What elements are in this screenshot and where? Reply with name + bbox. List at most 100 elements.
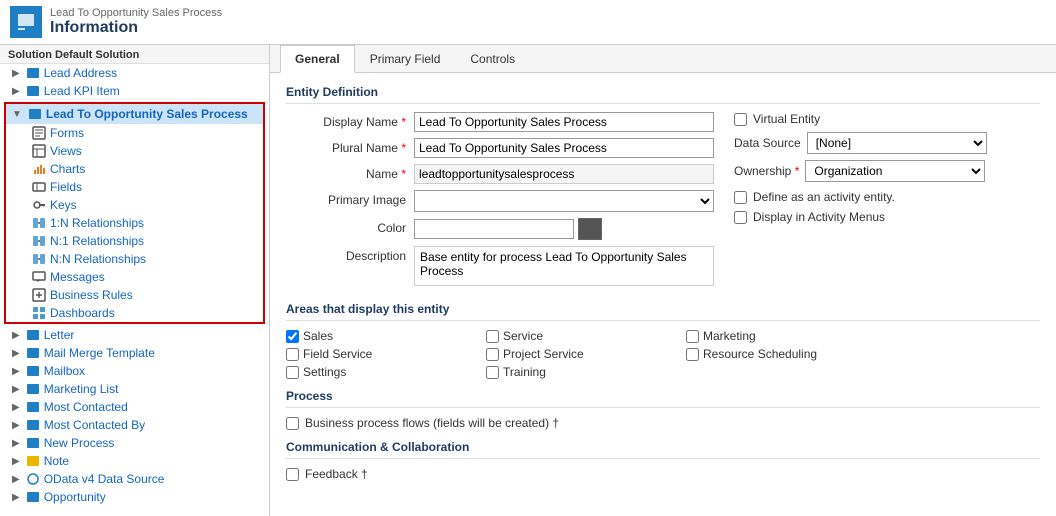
color-label: Color [286,218,406,235]
area-settings: Settings [286,365,486,379]
sidebar-item-most-contacted[interactable]: ▶ Most Contacted [0,398,269,416]
group-header-lead-opportunity[interactable]: ▼ Lead To Opportunity Sales Process [6,104,263,124]
sidebar-item-keys[interactable]: Keys [14,196,263,214]
area-field-service-label: Field Service [303,347,372,361]
define-activity-checkbox[interactable] [734,191,747,204]
sidebar-item-charts[interactable]: Charts [14,160,263,178]
tabs-bar: General Primary Field Controls [270,45,1056,73]
description-row: Description Base entity for process Lead… [286,246,714,286]
tab-general[interactable]: General [280,45,355,73]
process-section: Process Business process flows (fields w… [286,389,1040,430]
area-service-label: Service [503,329,543,343]
feedback-checkbox[interactable] [286,468,299,481]
business-process-checkbox[interactable] [286,417,299,430]
area-service-checkbox[interactable] [486,330,499,343]
business-process-label: Business process flows (fields will be c… [305,416,559,430]
color-row: Color [286,218,714,240]
description-textarea[interactable]: Base entity for process Lead To Opportun… [414,246,714,286]
area-sales-checkbox[interactable] [286,330,299,343]
area-field-service: Field Service [286,347,486,361]
expand-note: ▶ [12,456,20,467]
tab-primary-field[interactable]: Primary Field [355,45,456,73]
sidebar-item-lead-kpi[interactable]: ▶ Lead KPI Item [0,82,269,100]
color-input[interactable] [414,219,574,239]
sidebar-item-mail-merge[interactable]: ▶ Mail Merge Template [0,344,269,362]
area-sales-label: Sales [303,329,333,343]
sidebar-item-mailbox[interactable]: ▶ Mailbox [0,362,269,380]
expand-odata: ▶ [12,474,20,485]
virtual-entity-row: Virtual Entity [734,112,1040,126]
content-area: General Primary Field Controls Entity De… [270,45,1056,516]
area-field-service-checkbox[interactable] [286,348,299,361]
area-settings-checkbox[interactable] [286,366,299,379]
ownership-select[interactable]: Organization [805,160,985,182]
area-marketing-checkbox[interactable] [686,330,699,343]
areas-grid: Sales Service Marketing Field Service [286,329,1040,379]
most-contacted-by-icon [26,418,40,432]
most-contacted-icon [26,400,40,414]
name-input[interactable] [414,164,714,184]
sidebar-item-opportunity[interactable]: ▶ Opportunity [0,488,269,506]
sidebar-item-marketing-list[interactable]: ▶ Marketing List [0,380,269,398]
area-training-checkbox[interactable] [486,366,499,379]
area-project-service: Project Service [486,347,686,361]
business-process-item: Business process flows (fields will be c… [286,416,1040,430]
dashboards-icon [32,306,46,320]
marketing-list-icon [26,382,40,396]
sidebar-item-note[interactable]: ▶ Note [0,452,269,470]
color-swatch[interactable] [578,218,602,240]
sidebar-item-n1[interactable]: N:1 Relationships [14,232,263,250]
sidebar-section-label: Solution Default Solution [0,45,269,64]
messages-label: Messages [50,270,105,284]
marketing-list-label: Marketing List [44,382,119,396]
define-activity-label: Define as an activity entity. [753,190,895,204]
virtual-entity-checkbox[interactable] [734,113,747,126]
odata-label: OData v4 Data Source [44,472,165,486]
expand-most-contacted: ▶ [12,402,20,413]
sidebar-item-forms[interactable]: Forms [14,124,263,142]
n1-label: N:1 Relationships [50,234,144,248]
sidebar-item-business-rules[interactable]: Business Rules [14,286,263,304]
group-header-label: Lead To Opportunity Sales Process [46,107,248,121]
sidebar-item-1n[interactable]: 1:N Relationships [14,214,263,232]
plural-name-input[interactable] [414,138,714,158]
tab-controls[interactable]: Controls [455,45,530,73]
sidebar-item-nn[interactable]: N:N Relationships [14,250,263,268]
sidebar-item-odata[interactable]: ▶ OData v4 Data Source [0,470,269,488]
display-name-value [414,112,714,132]
n1-icon [32,234,46,248]
sidebar-item-most-contacted-by[interactable]: ▶ Most Contacted By [0,416,269,434]
header-svg-icon [16,12,36,32]
sidebar-item-fields[interactable]: Fields [14,178,263,196]
feedback-label: Feedback † [305,467,368,481]
forms-label: Forms [50,126,84,140]
feedback-item: Feedback † [286,467,1040,481]
form-content: Entity Definition Display Name * [270,73,1056,493]
sidebar-item-views[interactable]: Views [14,142,263,160]
define-activity-row: Define as an activity entity. [734,190,1040,204]
display-name-input[interactable] [414,112,714,132]
sidebar-item-dashboards[interactable]: Dashboards [14,304,263,322]
display-activity-label: Display in Activity Menus [753,210,885,224]
sidebar-item-letter[interactable]: ▶ Letter [0,326,269,344]
form-two-col: Display Name * Plural Name * [286,112,1040,292]
sidebar-item-lead-kpi-label: Lead KPI Item [44,84,120,98]
area-project-service-checkbox[interactable] [486,348,499,361]
primary-image-label: Primary Image [286,190,406,207]
expand-marketing: ▶ [12,384,20,395]
data-source-select[interactable]: [None] [807,132,987,154]
nn-label: N:N Relationships [50,252,146,266]
sidebar-item-lead-address[interactable]: ▶ Lead Address [0,64,269,82]
sidebar-item-new-process[interactable]: ▶ New Process [0,434,269,452]
keys-label: Keys [50,198,77,212]
display-activity-checkbox[interactable] [734,211,747,224]
letter-label: Letter [44,328,75,342]
most-contacted-label: Most Contacted [44,400,128,414]
area-resource-scheduling-checkbox[interactable] [686,348,699,361]
sidebar-item-messages[interactable]: Messages [14,268,263,286]
primary-image-select[interactable] [414,190,714,212]
plural-name-label: Plural Name * [286,138,406,155]
display-name-label: Display Name * [286,112,406,129]
forms-icon [32,126,46,140]
required-star: * [401,115,406,129]
